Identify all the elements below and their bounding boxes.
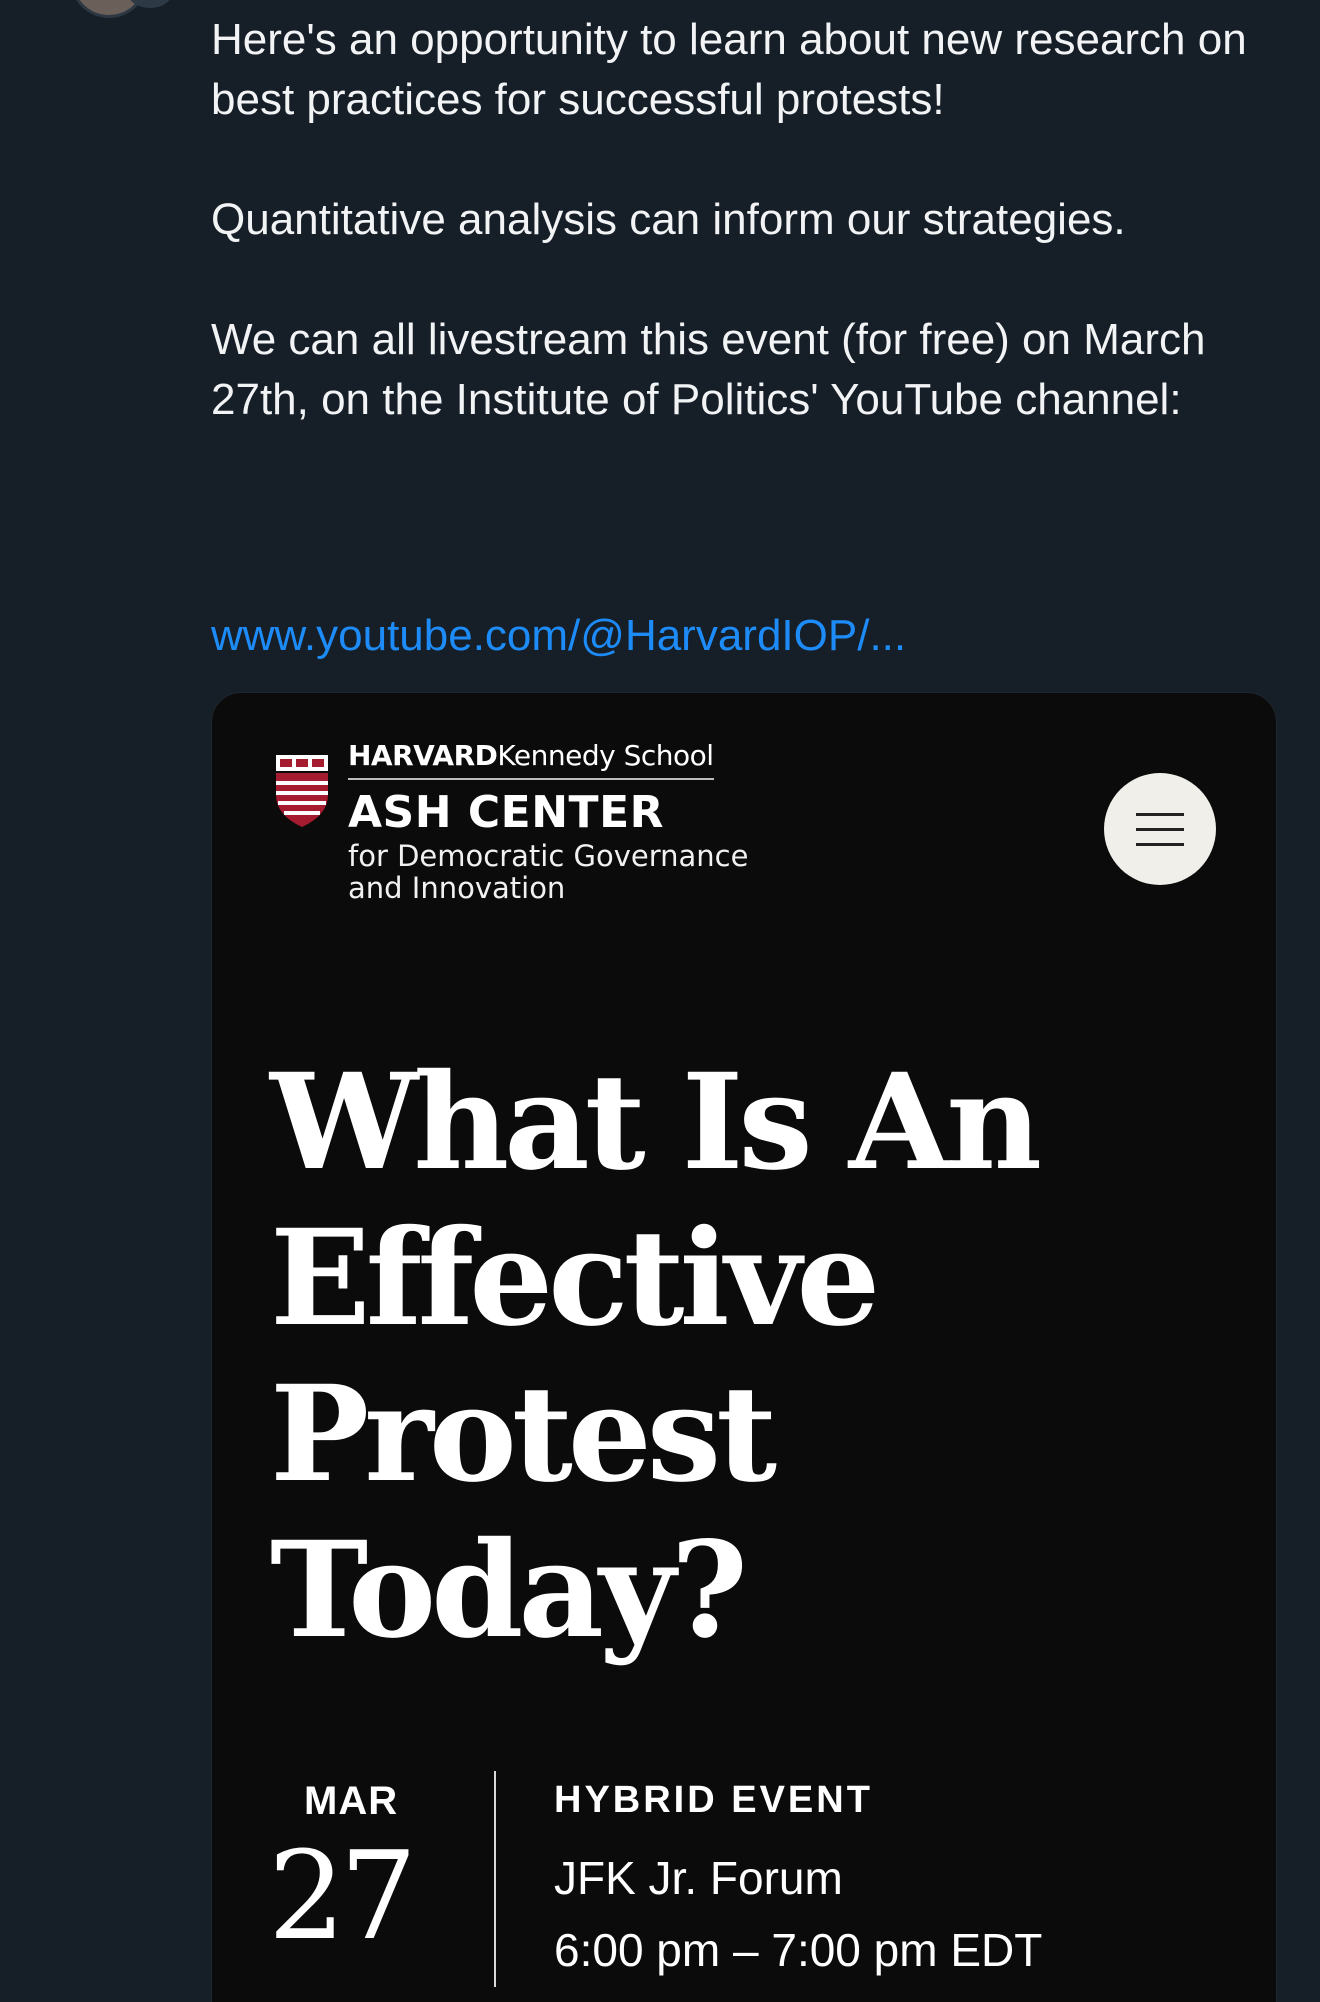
event-headline: What Is An Effective Protest Today? (270, 1045, 1042, 1668)
ash-center-title: ASH CENTER (348, 787, 665, 838)
post-text: Here's an opportunity to learn about new… (211, 10, 1291, 490)
date-divider (494, 1771, 496, 1987)
event-type: HYBRID EVENT (554, 1779, 873, 1821)
event-venue: JFK Jr. Forum (554, 1852, 843, 1904)
event-month: MAR (304, 1779, 399, 1823)
hamburger-icon (1136, 812, 1184, 816)
ash-center-subtitle: for Democratic Governance and Innovation (348, 839, 749, 905)
harvard-shield-icon (276, 755, 328, 827)
event-day: 27 (268, 1825, 417, 1967)
menu-button[interactable] (1104, 773, 1216, 885)
link-preview-card[interactable]: HARVARDKennedy School ASH CENTER for Dem… (211, 692, 1277, 2002)
post-link[interactable]: www.youtube.com/@HarvardIOP/... (211, 606, 906, 666)
post-paragraph: We can all livestream this event (for fr… (211, 315, 1206, 424)
ash-center-logo: HARVARDKennedy School ASH CENTER for Dem… (348, 739, 768, 904)
post-paragraph: Quantitative analysis can inform our str… (211, 195, 1126, 244)
post-paragraph: Here's an opportunity to learn about new… (211, 15, 1247, 124)
event-time: 6:00 pm – 7:00 pm EDT (554, 1924, 1043, 1976)
hks-wordmark: HARVARDKennedy School (348, 739, 714, 780)
